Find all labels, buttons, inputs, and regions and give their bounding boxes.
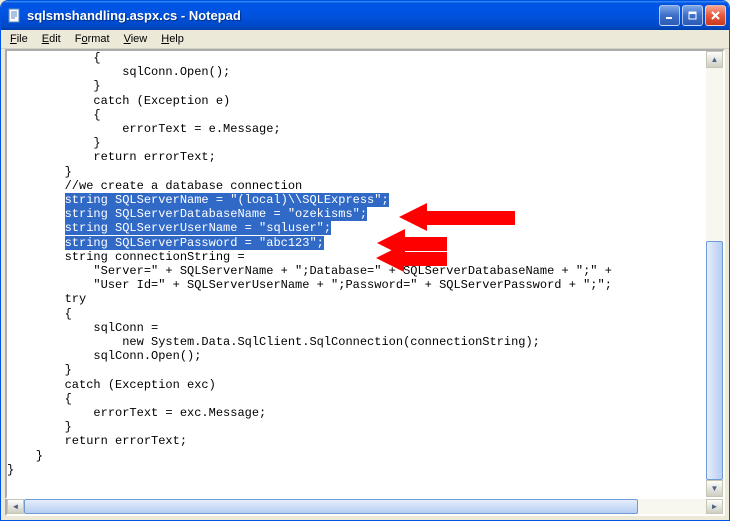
menu-format[interactable]: Format: [68, 32, 117, 46]
code-line-highlighted: string SQLServerDatabaseName = "ozekisms…: [7, 207, 706, 221]
scroll-thumb[interactable]: [24, 499, 638, 514]
code-line: "Server=" + SQLServerName + ";Database="…: [7, 264, 706, 278]
code-line: {: [7, 392, 706, 406]
code-line: string connectionString =: [7, 250, 706, 264]
menu-help[interactable]: Help: [154, 32, 191, 46]
code-line: try: [7, 292, 706, 306]
code-line-highlighted: string SQLServerPassword = "abc123";: [7, 236, 706, 250]
menu-file[interactable]: File: [3, 32, 35, 46]
menu-view[interactable]: View: [117, 32, 155, 46]
menubar: File Edit Format View Help: [1, 30, 729, 49]
text-area[interactable]: { sqlConn.Open(); } catch (Exception e) …: [7, 51, 706, 497]
vertical-scrollbar[interactable]: ▲ ▼: [706, 51, 723, 497]
code-line: }: [7, 420, 706, 434]
code-line: {: [7, 307, 706, 321]
notepad-icon: [7, 8, 23, 24]
window-controls: [659, 5, 726, 26]
minimize-button[interactable]: [659, 5, 680, 26]
close-button[interactable]: [705, 5, 726, 26]
notepad-window: sqlsmshandling.aspx.cs - Notepad File Ed…: [0, 0, 730, 521]
code-line: sqlConn.Open();: [7, 349, 706, 363]
scroll-up-button[interactable]: ▲: [706, 51, 723, 68]
code-line: new System.Data.SqlClient.SqlConnection(…: [7, 335, 706, 349]
horizontal-scrollbar[interactable]: ◄ ►: [5, 499, 725, 516]
code-line: }: [7, 79, 706, 93]
code-line-highlighted: string SQLServerName = "(local)\\SQLExpr…: [7, 193, 706, 207]
scroll-left-button[interactable]: ◄: [7, 499, 24, 514]
text-area-container: { sqlConn.Open(); } catch (Exception e) …: [5, 49, 725, 499]
code-line-highlighted: string SQLServerUserName = "sqluser";: [7, 221, 706, 235]
code-line: return errorText;: [7, 434, 706, 448]
titlebar[interactable]: sqlsmshandling.aspx.cs - Notepad: [1, 1, 729, 30]
scroll-track[interactable]: [24, 499, 706, 514]
code-line: sqlConn.Open();: [7, 65, 706, 79]
code-line: errorText = e.Message;: [7, 122, 706, 136]
code-line: sqlConn =: [7, 321, 706, 335]
menu-edit[interactable]: Edit: [35, 32, 68, 46]
code-line: }: [7, 165, 706, 179]
code-line: errorText = exc.Message;: [7, 406, 706, 420]
code-line: {: [7, 51, 706, 65]
code-line: }: [7, 449, 706, 463]
code-line: }: [7, 363, 706, 377]
code-line: }: [7, 136, 706, 150]
code-line: }: [7, 463, 706, 477]
code-line: {: [7, 108, 706, 122]
scroll-thumb[interactable]: [706, 241, 723, 480]
maximize-button[interactable]: [682, 5, 703, 26]
scroll-right-button[interactable]: ►: [706, 499, 723, 514]
scroll-down-button[interactable]: ▼: [706, 480, 723, 497]
scroll-track[interactable]: [706, 68, 723, 480]
window-title: sqlsmshandling.aspx.cs - Notepad: [27, 8, 659, 23]
code-line: catch (Exception exc): [7, 378, 706, 392]
code-line: return errorText;: [7, 150, 706, 164]
code-line: //we create a database connection: [7, 179, 706, 193]
code-line: catch (Exception e): [7, 94, 706, 108]
code-line: "User Id=" + SQLServerUserName + ";Passw…: [7, 278, 706, 292]
